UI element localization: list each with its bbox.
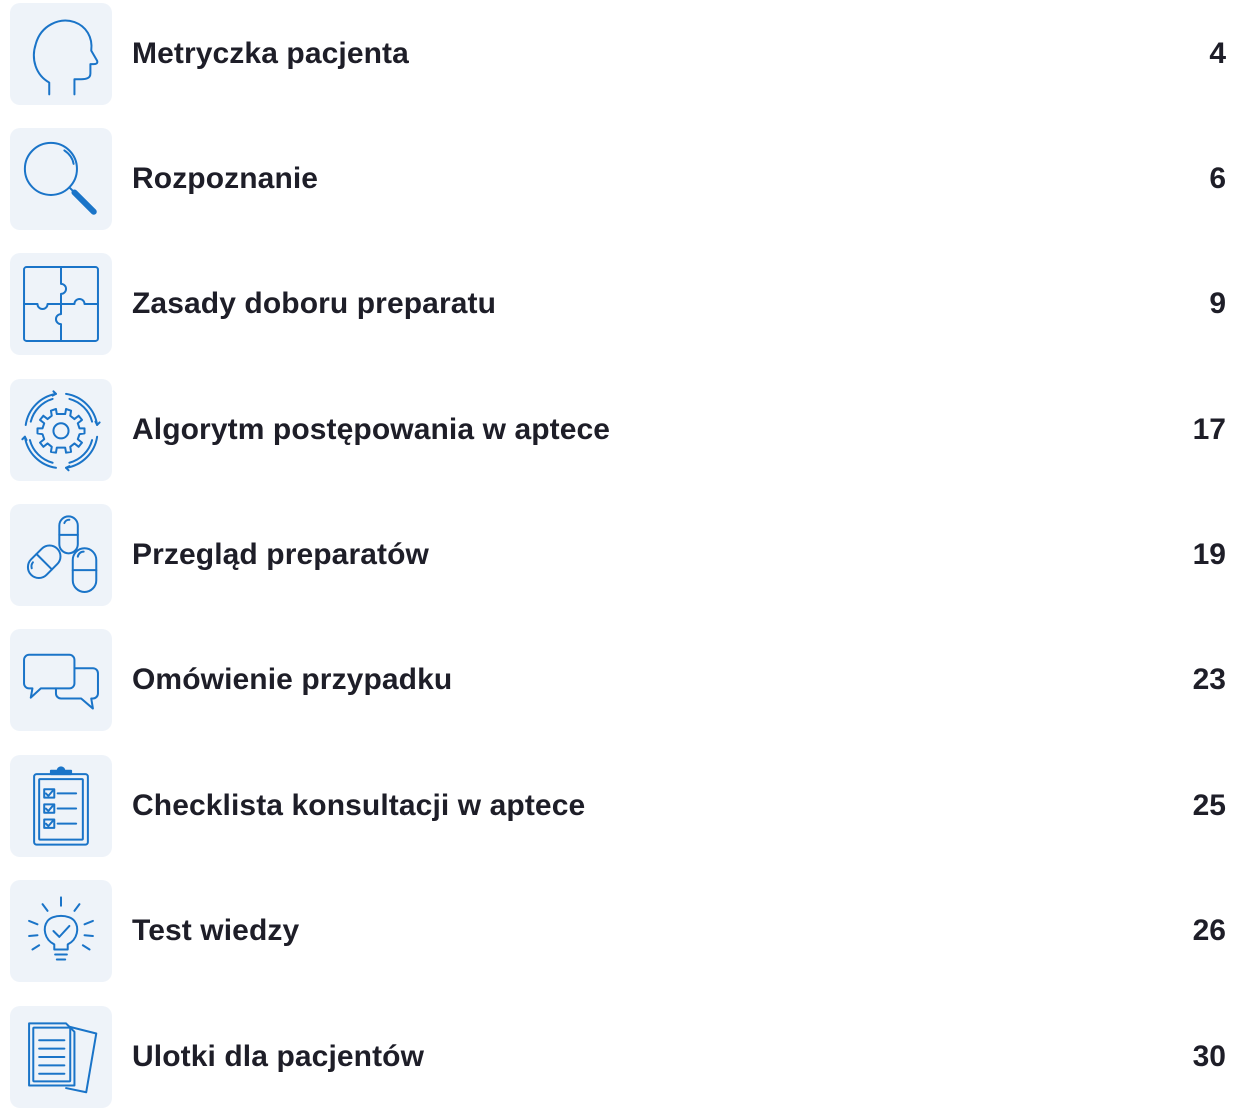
magnifier-icon — [19, 137, 103, 221]
toc-title: Rozpoznanie — [132, 162, 319, 195]
toc-title: Algorytm postępowania w aptece — [132, 413, 611, 446]
gear-cycle-icon — [19, 388, 103, 472]
toc-title: Metryczka pacjenta — [132, 37, 409, 70]
toc-icon-box — [10, 755, 112, 857]
toc-page-number: 26 — [1192, 914, 1226, 947]
toc-page-number: 17 — [1192, 413, 1226, 446]
toc-title: Zasady doboru preparatu — [132, 287, 497, 320]
toc-title: Ulotki dla pacjentów — [132, 1040, 425, 1073]
toc-row-ulotki[interactable]: Ulotki dla pacjentów 30 — [0, 1006, 1239, 1108]
toc-row-omowienie[interactable]: Omówienie przypadku 23 — [0, 629, 1239, 731]
toc-title: Test wiedzy — [132, 914, 300, 947]
toc-row-algorytm[interactable]: Algorytm postępowania w aptece 17 — [0, 379, 1239, 481]
toc-page-number: 25 — [1192, 789, 1226, 822]
toc-page-number: 30 — [1192, 1040, 1226, 1073]
toc-icon-box — [10, 379, 112, 481]
documents-icon — [19, 1015, 103, 1099]
toc-row-przeglad[interactable]: Przegląd preparatów 19 — [0, 504, 1239, 606]
speech-bubbles-icon — [19, 638, 103, 722]
toc-row-test[interactable]: Test wiedzy 26 — [0, 880, 1239, 982]
toc-icon-box — [10, 880, 112, 982]
toc-page-number: 23 — [1192, 663, 1226, 696]
toc-page-number: 6 — [1209, 162, 1226, 195]
toc-row-rozpoznanie[interactable]: Rozpoznanie 6 — [0, 128, 1239, 230]
toc-page-number: 19 — [1192, 538, 1226, 571]
toc-row-zasady[interactable]: Zasady doboru preparatu 9 — [0, 253, 1239, 355]
toc-icon-box — [10, 3, 112, 105]
toc-icon-box — [10, 1006, 112, 1108]
toc-row-metryczka[interactable]: Metryczka pacjenta 4 — [0, 3, 1239, 105]
puzzle-icon — [19, 262, 103, 346]
lightbulb-check-icon — [19, 889, 103, 973]
toc-title: Omówienie przypadku — [132, 663, 453, 696]
toc-title: Checklista konsultacji w aptece — [132, 789, 586, 822]
head-profile-icon — [19, 12, 103, 96]
toc-page-number: 4 — [1209, 37, 1226, 70]
toc-icon-box — [10, 629, 112, 731]
table-of-contents: Metryczka pacjenta 4 Rozpoznanie 6 Zasad… — [0, 0, 1239, 1108]
toc-title: Przegląd preparatów — [132, 538, 429, 571]
clipboard-checklist-icon — [19, 764, 103, 848]
capsules-icon — [19, 513, 103, 597]
toc-icon-box — [10, 128, 112, 230]
toc-row-checklista[interactable]: Checklista konsultacji w aptece 25 — [0, 755, 1239, 857]
toc-page-number: 9 — [1209, 287, 1226, 320]
toc-icon-box — [10, 504, 112, 606]
toc-icon-box — [10, 253, 112, 355]
